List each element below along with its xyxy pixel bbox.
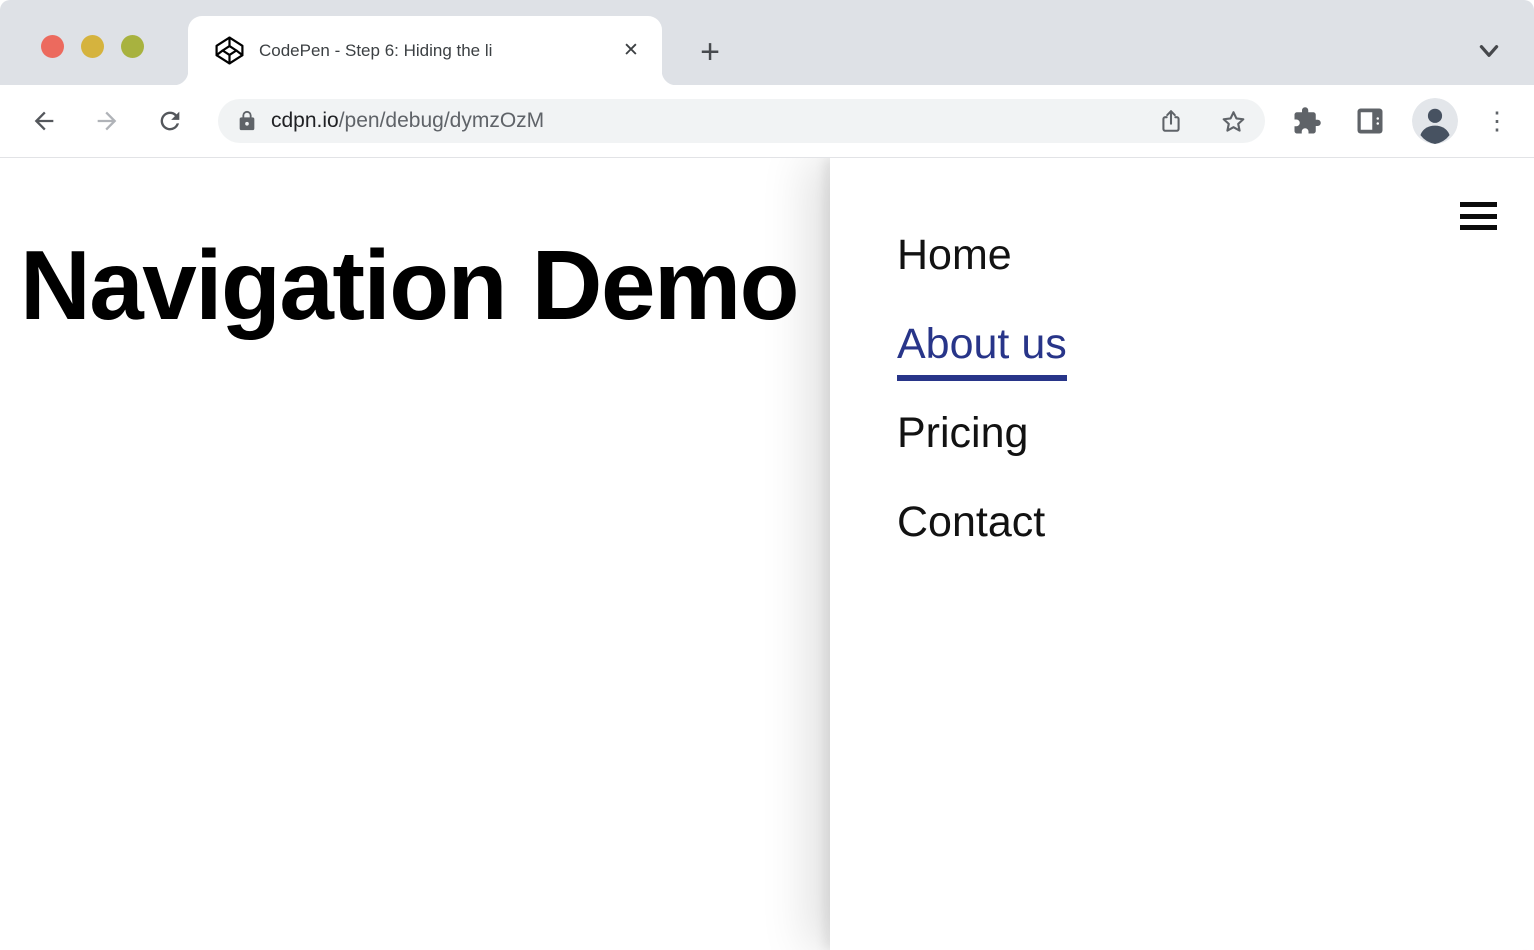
star-icon[interactable] <box>1215 103 1251 139</box>
tab-strip: CodePen - Step 6: Hiding the li ✕ + <box>0 0 1534 85</box>
site-nav: Home About us Pricing Contact <box>897 234 1534 544</box>
browser-toolbar: cdpn.io/pen/debug/dymzOzM <box>0 85 1534 158</box>
back-arrow-icon[interactable] <box>22 99 66 143</box>
codepen-logo-icon <box>214 35 245 66</box>
nav-item: Contact <box>897 501 1534 544</box>
tab-close-icon[interactable]: ✕ <box>616 36 646 66</box>
nav-link-home[interactable]: Home <box>897 231 1012 279</box>
nav-link-about-us[interactable]: About us <box>897 323 1067 381</box>
minimize-window-button[interactable] <box>81 35 104 58</box>
new-tab-button[interactable]: + <box>692 34 728 70</box>
nav-item: Home <box>897 234 1534 277</box>
url-text: cdpn.io/pen/debug/dymzOzM <box>271 109 1153 133</box>
lock-icon[interactable] <box>236 110 258 132</box>
nav-link-pricing[interactable]: Pricing <box>897 409 1028 457</box>
nav-drawer: Home About us Pricing Contact <box>830 158 1534 950</box>
side-panel-icon[interactable] <box>1349 100 1391 142</box>
tab-title: CodePen - Step 6: Hiding the li <box>259 41 616 61</box>
reload-icon[interactable] <box>148 99 192 143</box>
share-icon[interactable] <box>1153 103 1189 139</box>
nav-item: Pricing <box>897 412 1534 455</box>
window-controls <box>41 35 144 58</box>
extensions-puzzle-icon[interactable] <box>1286 100 1328 142</box>
hamburger-menu-icon[interactable] <box>1460 202 1497 230</box>
address-bar[interactable]: cdpn.io/pen/debug/dymzOzM <box>218 99 1265 143</box>
url-domain: cdpn.io <box>271 109 339 132</box>
profile-avatar-icon[interactable] <box>1412 98 1458 144</box>
nav-item: About us <box>897 323 1534 366</box>
chevron-down-icon[interactable] <box>1476 40 1502 62</box>
browser-window: CodePen - Step 6: Hiding the li ✕ + <box>0 0 1534 950</box>
page-content: Navigation Demo Home About us Pricing Co… <box>0 158 1534 950</box>
fullscreen-window-button[interactable] <box>121 35 144 58</box>
overflow-menu-icon[interactable]: ⋮ <box>1482 100 1512 142</box>
nav-link-contact[interactable]: Contact <box>897 498 1045 546</box>
forward-arrow-icon[interactable] <box>85 99 129 143</box>
url-path: /pen/debug/dymzOzM <box>339 109 544 132</box>
browser-tab[interactable]: CodePen - Step 6: Hiding the li ✕ <box>188 16 662 85</box>
close-window-button[interactable] <box>41 35 64 58</box>
